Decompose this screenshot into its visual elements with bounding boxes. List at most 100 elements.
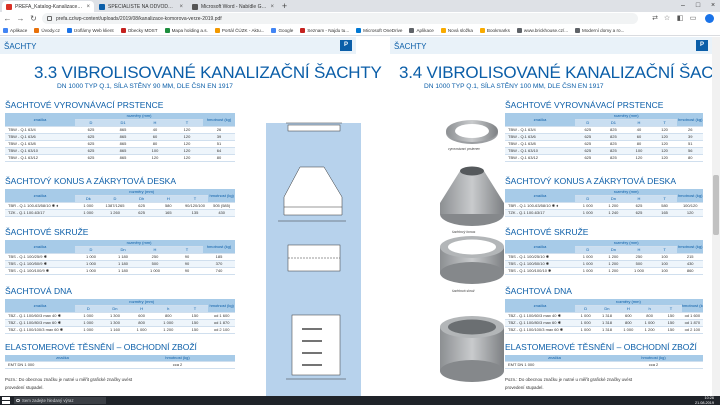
bookmark-item[interactable]: Mapa holding a.s. (164, 27, 208, 33)
forward-arrow-icon[interactable]: → (15, 13, 26, 24)
col-header-label: značka (505, 189, 575, 204)
value-cell: 600 (617, 312, 639, 321)
table-row: TBS - Q.1 100/25/10 ✱ 1 000 1 200 250 100 215 (505, 253, 703, 262)
spec-table-shaft: značka rozměry (mm) hmotnost (kg) D Dn H T TBS … (5, 240, 236, 276)
close-icon[interactable]: × (270, 4, 274, 10)
maximize-icon[interactable]: □ (691, 0, 705, 12)
vertical-scrollbar[interactable] (712, 37, 720, 396)
table-header-row: značkarozměry (mm)hmotnost (kg) (505, 113, 703, 128)
value-cell: 150 (181, 319, 209, 328)
translate-icon[interactable]: ⇄ (650, 13, 660, 24)
table-row: TBZ - Q.1 100/100/3 max 60 ✱ 1 000 1 160 1 … (5, 326, 235, 335)
star-icon[interactable]: ☆ (662, 13, 672, 24)
bookmark-item[interactable]: Nová složka (440, 27, 473, 33)
product-code-cell: TBS - Q.1 100/25/10 ✱ (505, 253, 575, 262)
bookmark-item[interactable]: Bookmarks (479, 27, 510, 33)
value-cell: 625 (128, 209, 155, 218)
value-cell: 625 (575, 147, 601, 156)
bookmark-item[interactable]: Obecky MDST (120, 27, 158, 33)
product-code-cell: TBZ - Q.1 100/100/3 max 60 ✱ (5, 326, 75, 335)
col-header-label: značka (505, 113, 575, 128)
address-bar[interactable]: prefa.cz/wp-content/uploads/2019/08/kana… (42, 13, 638, 24)
avatar[interactable] (705, 14, 714, 23)
bookmark-item[interactable]: Seznam - Najdu tu... (300, 27, 350, 33)
cone-caption: šachtový konus (452, 230, 476, 234)
value-cell: 90 (171, 253, 204, 262)
taskbar-search-input[interactable]: Sem zadejte hledaný výraz (14, 397, 106, 404)
extension-icon[interactable]: ◧ (675, 13, 685, 24)
table-row: TBW - Q.1 63/12 625 865 120 120 80 (5, 154, 236, 163)
value-cell: 40 (626, 126, 652, 135)
value-cell: 800 (154, 312, 182, 321)
product-code-cell: TZK - Q.1 100-63/17 (505, 209, 575, 218)
bookmark-item[interactable]: Izoflámy Web klient (66, 27, 114, 33)
col-header-weight: hmotnost (kg) (677, 189, 703, 204)
new-tab-button[interactable]: + (279, 1, 290, 11)
value-cell: 1 000 (75, 209, 102, 218)
value-cell: 1 000 (139, 267, 171, 276)
reload-icon[interactable]: ↻ (28, 13, 39, 24)
value-cell: 51 (203, 140, 236, 149)
col-header-weight: hmotnost (kg) (203, 113, 236, 128)
col-header-dims: rozměry (mm) (575, 299, 682, 307)
bookmark-item[interactable]: Microsoft OneDrive (356, 27, 402, 33)
col-subheader: Dn (596, 305, 618, 314)
windows-start-icon[interactable] (2, 397, 10, 404)
product-code-cell: TBS - Q.1 100/100/10 ✱ (505, 267, 575, 276)
value-cell: 120 (171, 140, 204, 149)
system-clock[interactable]: 10:26 21.08.2019 (695, 396, 714, 405)
col-subheader: D (101, 195, 129, 204)
col-subheader: H (139, 246, 171, 255)
value-cell: 1 000 (128, 326, 155, 335)
value-cell: 80 (203, 154, 236, 163)
col-header-label: značka (505, 240, 575, 255)
cast-icon[interactable]: ▭ (688, 13, 698, 24)
col-header-label: značka (5, 189, 75, 204)
back-arrow-icon[interactable]: ← (2, 13, 13, 24)
bookmark-item[interactable]: Google (271, 27, 293, 33)
tab-word-doc[interactable]: Microsoft Word - Nabídle Geopo... × (188, 1, 278, 12)
bookmark-item[interactable]: Moderní domy a ro... (575, 27, 624, 33)
value-cell: 150 (181, 312, 209, 321)
search-placeholder: Sem zadejte hledaný výraz (22, 398, 74, 403)
window-close-icon[interactable]: × (706, 0, 720, 12)
col-header-dims: rozměry (mm) (75, 240, 204, 248)
bookmark-item[interactable]: Aplikace (3, 27, 27, 33)
close-icon[interactable]: × (86, 4, 90, 10)
col-header-dims: rozměry (mm) (575, 189, 678, 197)
value-cell: 80 (626, 140, 652, 149)
table-row: TBZ - Q.1 100/80/3 max 60 ✱ 1 000 1 318 800… (505, 319, 704, 328)
table-row: TBW - Q.1 63/4 625 825 40 120 26 (505, 126, 703, 135)
bookmark-item[interactable]: Úvody.cz (34, 27, 60, 33)
scrollbar-thumb[interactable] (713, 175, 719, 235)
bookmark-item[interactable]: www.brickhouse.cz/... (516, 27, 568, 33)
product-code-cell: TBW - Q.1 63/6 (505, 133, 575, 142)
section-heading-cone: ŠACHTOVÝ KONUS A ZÁKRYTOVÁ DESKA (5, 176, 177, 186)
value-cell: 56 (677, 147, 703, 156)
value-cell: 26 (203, 126, 236, 135)
bookmark-favicon-icon (271, 27, 277, 33)
col-subheader: D (75, 246, 107, 255)
bookmark-item[interactable]: Aplikace (409, 27, 434, 33)
minimize-icon[interactable]: – (676, 0, 690, 12)
col-subheader: H (139, 119, 171, 128)
spec-table-cone: značka rozměry (mm) hmotnost (kg) D Dn H T TBR … (505, 189, 703, 218)
value-cell: 825 (600, 147, 627, 156)
bookmark-label: Seznam - Najdu tu... (307, 27, 350, 33)
value-cell: 800 (617, 319, 639, 328)
value-cell: cca 2 (604, 361, 703, 370)
bookmark-favicon-icon (34, 27, 40, 33)
col-subheader: T (181, 305, 209, 314)
col-subheader: T (651, 119, 678, 128)
product-code-cell: TBW - Q.1 63/6 (5, 133, 75, 142)
value-cell: 120 (677, 209, 703, 218)
tab-specialiste[interactable]: SPECIALISTE NA ODVODNĚNÍ fro... × (95, 1, 187, 12)
bookmark-label: Portál ČÚZK - Aktu... (221, 27, 265, 33)
tab-prefa-pdf[interactable]: PREFA_Katalog-Kanalizace_2011... × (2, 1, 94, 12)
col-header-weight: hmotnost (kg) (677, 240, 703, 255)
value-cell: od 1 870 (208, 319, 235, 328)
close-icon[interactable]: × (179, 4, 183, 10)
product-code-cell: TBZ - Q.1 100/80/3 max 60 ✱ (5, 319, 75, 328)
bookmark-item[interactable]: Portál ČÚZK - Aktu... (214, 27, 265, 33)
footnote: Pozn.: Do obecnou značku je nutné u měři… (5, 377, 133, 382)
